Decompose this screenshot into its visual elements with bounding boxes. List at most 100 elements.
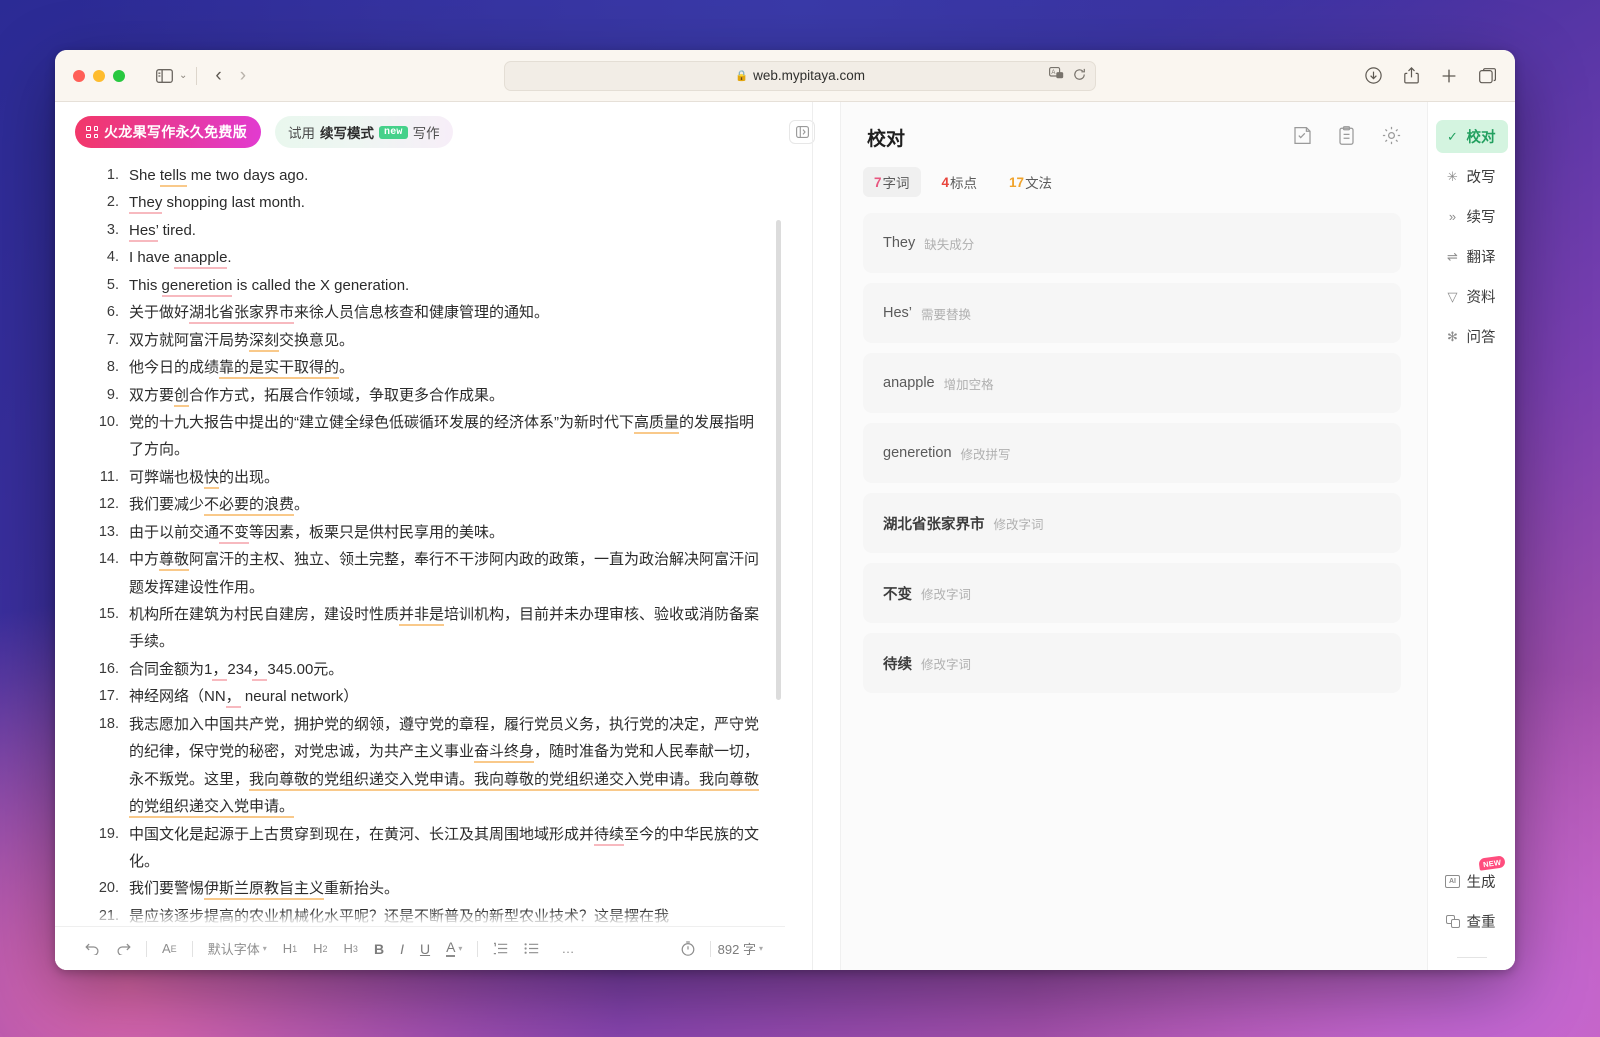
plain-text-span[interactable]: This bbox=[129, 277, 162, 294]
more-options-button[interactable]: … bbox=[547, 936, 589, 962]
plain-text-span[interactable]: is called the X generation. bbox=[232, 277, 409, 294]
grammar-underline-span[interactable]: 奋斗终身 bbox=[474, 743, 534, 763]
heading-1-button[interactable]: H1 bbox=[275, 936, 305, 962]
document-line[interactable]: Hes’ tired. bbox=[79, 217, 761, 244]
plain-text-span[interactable]: 是应该逐步提高的农业机械化水平呢？还是不断普及的新型农业技术？这是摆在我 bbox=[129, 908, 669, 925]
plain-text-span[interactable]: 345.00元。 bbox=[267, 661, 343, 678]
plain-text-span[interactable]: . bbox=[227, 249, 231, 266]
plain-text-span[interactable]: 机构所在建筑为村民自建房，建设时性质 bbox=[129, 606, 399, 623]
plain-text-span[interactable]: 合同金额为1 bbox=[129, 661, 212, 678]
font-family-button[interactable]: 默认字体▾ bbox=[200, 936, 275, 962]
suggestion-card[interactable]: Hes’需要替换 bbox=[863, 283, 1401, 343]
spelling-underline-span[interactable]: ， bbox=[226, 688, 241, 708]
document-line[interactable]: 双方要创合作方式，拓展合作领域，争取更多合作成果。 bbox=[79, 382, 761, 409]
document-scroll-area[interactable]: She tells me two days ago.They shopping … bbox=[55, 162, 785, 926]
italic-button[interactable]: I bbox=[392, 936, 412, 962]
plain-text-span[interactable]: 合作方式，拓展合作领域，争取更多合作成果。 bbox=[189, 387, 504, 404]
document-line[interactable]: 合同金额为1，234，345.00元。 bbox=[79, 656, 761, 683]
grammar-underline-span[interactable]: tells bbox=[160, 167, 187, 187]
proofread-tabs[interactable]: 7字词4标点17文法 bbox=[841, 151, 1427, 205]
document-line[interactable]: 关于做好湖北省张家界市来徐人员信息核查和健康管理的通知。 bbox=[79, 299, 761, 326]
word-count-button[interactable]: 892 字▾ bbox=[718, 939, 763, 958]
undo-icon[interactable] bbox=[77, 936, 108, 962]
spelling-underline-span[interactable]: 待续 bbox=[594, 826, 624, 846]
plain-text-span[interactable]: 等因素，板栗只是供村民享用的美味。 bbox=[249, 524, 504, 541]
clipboard-icon[interactable] bbox=[1339, 126, 1354, 145]
sidebar-toggle-icon[interactable] bbox=[151, 63, 177, 89]
forward-arrow-icon[interactable]: › bbox=[231, 65, 255, 87]
plus-icon[interactable] bbox=[1441, 68, 1457, 84]
maximize-window-button[interactable] bbox=[113, 70, 125, 82]
suggestion-card[interactable]: 不变修改字词 bbox=[863, 563, 1401, 623]
document-line[interactable]: 我志愿加入中国共产党，拥护党的纲领，遵守党的章程，履行党员义务，执行党的决定，严… bbox=[79, 711, 761, 821]
suggestion-card[interactable]: They缺失成分 bbox=[863, 213, 1401, 273]
tab-overview-icon[interactable] bbox=[1479, 68, 1497, 84]
spelling-underline-span[interactable]: 不变 bbox=[219, 524, 249, 544]
document-line[interactable]: 中方尊敬阿富汗的主权、独立、领土完整，奉行不干涉阿内政的政策，一直为政治解决阿富… bbox=[79, 546, 761, 601]
plain-text-span[interactable]: 中方 bbox=[129, 551, 159, 568]
document-line[interactable]: 机构所在建筑为村民自建房，建设时性质并非是培训机构，目前并未办理审核、验收或消防… bbox=[79, 601, 761, 656]
plain-text-span[interactable]: 的出现。 bbox=[219, 469, 279, 486]
rail-item-校对[interactable]: ✓校对 bbox=[1436, 120, 1508, 153]
heading-2-button[interactable]: H2 bbox=[305, 936, 335, 962]
plain-text-span[interactable]: 可弊端也极 bbox=[129, 469, 204, 486]
document-line[interactable]: They shopping last month. bbox=[79, 189, 761, 216]
tab-文法[interactable]: 17文法 bbox=[998, 167, 1063, 197]
grammar-underline-span[interactable]: 高质量 bbox=[634, 414, 679, 434]
document-line[interactable]: 他今日的成绩靠的是实干取得的。 bbox=[79, 354, 761, 381]
suggestion-card-list[interactable]: They缺失成分Hes’需要替换anapple增加空格generetion修改拼… bbox=[841, 205, 1427, 970]
plain-text-span[interactable]: 党的十九大报告中提出的“建立健全绿色低碳循环发展的经济体系”为新时代下 bbox=[129, 414, 634, 431]
plain-text-span[interactable]: 234 bbox=[227, 661, 252, 678]
plain-text-span[interactable]: 。 bbox=[294, 496, 309, 513]
plain-text-span[interactable]: 重新抬头。 bbox=[324, 880, 399, 897]
suggestion-card[interactable]: 湖北省张家界市修改字词 bbox=[863, 493, 1401, 553]
plain-text-span[interactable]: 关于做好 bbox=[129, 304, 189, 321]
reload-icon[interactable] bbox=[1073, 68, 1086, 84]
bullet-list-icon[interactable] bbox=[516, 936, 547, 962]
rail-item-查重[interactable]: 查重 bbox=[1436, 905, 1508, 938]
spelling-underline-span[interactable]: Hes’ bbox=[129, 222, 158, 242]
minimize-window-button[interactable] bbox=[93, 70, 105, 82]
plain-text-span[interactable]: 双方要 bbox=[129, 387, 174, 404]
plain-text-span[interactable]: neural network） bbox=[241, 688, 359, 705]
rail-item-改写[interactable]: ✳改写 bbox=[1436, 160, 1508, 193]
panel-collapse-button[interactable] bbox=[789, 120, 815, 144]
document-line[interactable]: 我们要警惕伊斯兰原教旨主义重新抬头。 bbox=[79, 875, 761, 902]
editor-scrollbar[interactable] bbox=[776, 220, 781, 700]
rail-item-生成[interactable]: AI生成NEW bbox=[1436, 865, 1508, 898]
grammar-underline-span[interactable]: 伊斯兰原教旨主义 bbox=[204, 880, 324, 900]
address-bar[interactable]: 🔒 web.mypitaya.com A bbox=[504, 61, 1096, 91]
document-list[interactable]: She tells me two days ago.They shopping … bbox=[79, 162, 761, 926]
plain-text-span[interactable]: 阿富汗的主权、独立、领土完整，奉行不干涉阿内政的政策，一直为政治解决阿富汗问题发… bbox=[129, 551, 759, 595]
grammar-underline-span[interactable]: 并非是 bbox=[399, 606, 444, 626]
document-line[interactable]: 由于以前交通不变等因素，板栗只是供村民享用的美味。 bbox=[79, 519, 761, 546]
document-line[interactable]: 可弊端也极快的出现。 bbox=[79, 464, 761, 491]
grammar-underline-span[interactable]: 不必要的浪费 bbox=[204, 496, 294, 516]
plain-text-span[interactable]: She bbox=[129, 167, 160, 184]
grammar-underline-span[interactable]: 深刻 bbox=[249, 332, 279, 352]
heading-3-button[interactable]: H3 bbox=[336, 936, 366, 962]
grammar-underline-span[interactable]: 快 bbox=[204, 469, 219, 489]
document-line[interactable]: She tells me two days ago. bbox=[79, 162, 761, 189]
document-line[interactable]: I have anapple. bbox=[79, 244, 761, 271]
plain-text-span[interactable]: shopping last month. bbox=[162, 194, 305, 211]
close-window-button[interactable] bbox=[73, 70, 85, 82]
plain-text-span[interactable]: 双方就阿富汗局势 bbox=[129, 332, 249, 349]
spelling-underline-span[interactable]: 湖北省张家界市 bbox=[189, 304, 294, 324]
plain-text-span[interactable]: 他今日的成绩 bbox=[129, 359, 219, 376]
grammar-underline-span[interactable]: 尊敬 bbox=[159, 551, 189, 571]
download-icon[interactable] bbox=[1365, 67, 1382, 84]
plain-text-span[interactable]: I have bbox=[129, 249, 174, 266]
document-line[interactable]: 党的十九大报告中提出的“建立健全绿色低碳循环发展的经济体系”为新时代下高质量的发… bbox=[79, 409, 761, 464]
grammar-underline-span[interactable]: 创 bbox=[174, 387, 189, 407]
chevron-down-icon[interactable]: ⌄ bbox=[179, 70, 187, 81]
plain-text-span[interactable]: me two days ago. bbox=[187, 167, 309, 184]
suggestion-card[interactable]: anapple增加空格 bbox=[863, 353, 1401, 413]
try-continuation-badge[interactable]: 试用 续写模式 new 写作 bbox=[275, 116, 453, 148]
rail-item-资料[interactable]: ▽资料 bbox=[1436, 280, 1508, 313]
font-size-button[interactable]: AE bbox=[154, 936, 185, 962]
rail-item-续写[interactable]: »续写 bbox=[1436, 200, 1508, 233]
plain-text-span[interactable]: 由于以前交通 bbox=[129, 524, 219, 541]
ordered-list-icon[interactable] bbox=[485, 936, 516, 962]
plain-text-span[interactable]: tired. bbox=[158, 222, 196, 239]
